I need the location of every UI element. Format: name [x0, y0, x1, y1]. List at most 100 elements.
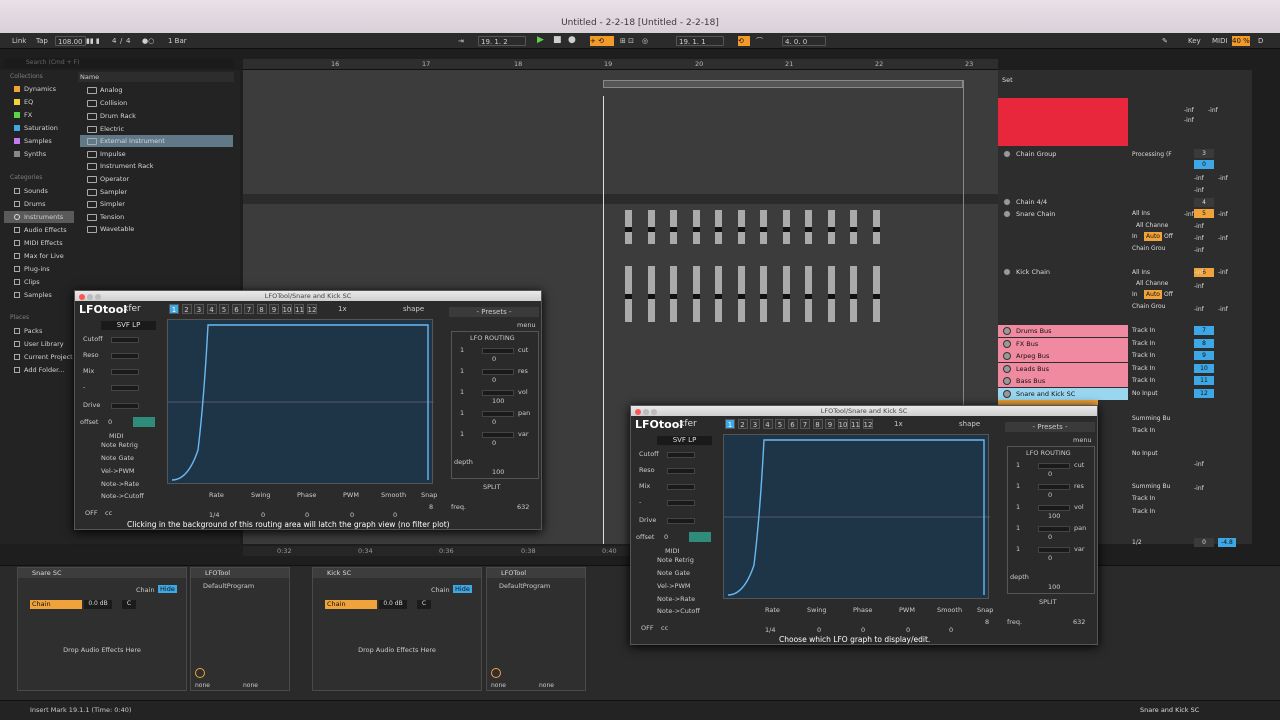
collection-saturation[interactable]: Saturation [4, 122, 74, 134]
depth-value[interactable]: 100 [492, 468, 504, 477]
off-button[interactable]: OFF [641, 624, 654, 633]
file-item[interactable]: Electric [80, 123, 233, 135]
graph-tab-11[interactable]: 11 [294, 304, 304, 314]
track-output[interactable]: Chain Grou [1132, 302, 1166, 311]
route-amount-slider[interactable] [1038, 505, 1070, 511]
chain-row[interactable]: Chain [325, 600, 377, 609]
shape-select[interactable]: shape [403, 305, 424, 313]
browser-search-input[interactable]: Search (Cmd + F) [4, 58, 234, 68]
beat-ruler[interactable]: 16 17 18 19 20 21 22 23 [243, 59, 998, 70]
track-gain[interactable]: -4.8 [1218, 538, 1236, 547]
track-power-icon[interactable] [1003, 327, 1011, 335]
route-curve-number[interactable]: 1 [460, 388, 464, 397]
key-map-button[interactable]: Key [1188, 36, 1201, 46]
punch-icon[interactable]: ⌒ [756, 36, 763, 46]
track-bass-bus[interactable]: Bass Bus [998, 375, 1128, 387]
file-item[interactable]: Operator [80, 173, 233, 185]
param-select[interactable]: none [539, 682, 554, 689]
graph-tab-1[interactable]: 1 [169, 304, 179, 314]
route-amount-slider[interactable] [482, 411, 514, 417]
offset-toggle[interactable] [689, 532, 711, 542]
graph-tab-12[interactable]: 12 [862, 419, 873, 429]
route-curve-number[interactable]: 1 [460, 346, 464, 355]
graph-tab-6[interactable]: 6 [787, 419, 798, 429]
phase-value[interactable]: 0 [305, 511, 309, 520]
stop-icon[interactable]: ■ [553, 35, 562, 45]
unused-slider[interactable] [111, 385, 139, 391]
route-curve-number[interactable]: 1 [460, 409, 464, 418]
snap-value[interactable]: 8 [429, 503, 433, 512]
mix-slider[interactable] [667, 484, 695, 490]
menu-button[interactable]: menu [517, 321, 536, 330]
zoom-select[interactable]: 1x [338, 305, 347, 313]
collection-synths[interactable]: Synths [4, 148, 74, 160]
track-io[interactable]: Track In [1132, 494, 1155, 503]
reso-slider[interactable] [111, 353, 139, 359]
rate-value[interactable]: 1/4 [765, 626, 775, 635]
link-button[interactable]: Link [12, 36, 26, 46]
mix-slider[interactable] [111, 369, 139, 375]
graph-tab-10[interactable]: 10 [281, 304, 292, 314]
route-amount-value[interactable]: 0 [492, 439, 496, 448]
note-rate-option[interactable]: Note->Rate [101, 480, 139, 489]
graph-tab-4[interactable]: 4 [762, 419, 773, 429]
smooth-value[interactable]: 0 [393, 511, 397, 520]
category-max-for-live[interactable]: Max for Live [4, 250, 74, 262]
lfo-routing-panel[interactable]: LFO ROUTING 1 cut 0 1 res 0 1 vol 100 1 pan 0 1 var 0 … [1007, 446, 1095, 594]
track-io[interactable]: Track In [1132, 326, 1155, 335]
draw-mode-icon[interactable]: ✎ [1162, 36, 1168, 46]
power-icon[interactable] [195, 668, 205, 678]
route-amount-value[interactable]: 0 [1048, 491, 1052, 500]
monitor-auto[interactable]: Auto [1144, 232, 1162, 241]
track-output[interactable]: Summing Bu [1132, 414, 1170, 423]
route-curve-number[interactable]: 1 [1016, 545, 1020, 554]
file-item[interactable]: Analog [80, 84, 233, 96]
track-io[interactable]: Track In [1132, 376, 1155, 385]
cutoff-slider[interactable] [111, 337, 139, 343]
graph-tab-9[interactable]: 9 [825, 419, 835, 429]
depth-value[interactable]: 100 [1048, 583, 1060, 592]
track-number[interactable]: 11 [1194, 376, 1214, 385]
track-io[interactable]: All Ins [1132, 209, 1150, 218]
graph-tab-2[interactable]: 2 [181, 304, 192, 314]
graph-tab-8[interactable]: 8 [256, 304, 267, 314]
offset-value[interactable]: 0 [108, 418, 112, 427]
program-select[interactable]: DefaultProgram [203, 582, 254, 590]
file-item[interactable]: Collision [80, 97, 233, 109]
graph-tab-12[interactable]: 12 [306, 304, 317, 314]
graph-tab-2[interactable]: 2 [737, 419, 748, 429]
route-curve-number[interactable]: 1 [460, 430, 464, 439]
track-chain-4-4[interactable]: Chain 4/4 [998, 196, 1128, 208]
track-number[interactable]: 3 [1194, 149, 1214, 158]
route-amount-value[interactable]: 0 [1048, 533, 1052, 542]
track-fx-bus[interactable]: FX Bus [998, 338, 1128, 350]
note-gate-option[interactable]: Note Gate [657, 569, 690, 578]
cutoff-slider[interactable] [667, 452, 695, 458]
cc-button[interactable]: cc [105, 509, 112, 518]
param-select[interactable]: none [243, 682, 258, 689]
metronome-icon[interactable]: ●○ [142, 36, 154, 46]
filter-type-select[interactable]: SVF LP [101, 321, 156, 330]
monitor-off[interactable]: Off [1164, 290, 1173, 299]
monitor-in[interactable]: In [1132, 290, 1138, 299]
category-midi-effects[interactable]: MIDI Effects [4, 237, 74, 249]
track-snare-and-kick-sc[interactable]: Snare and Kick SC [998, 388, 1128, 400]
plugin-title-bar[interactable]: LFOTool/Snare and Kick SC [75, 291, 541, 301]
signature-denominator[interactable]: 4 [126, 36, 130, 46]
record-icon[interactable]: ● [568, 35, 576, 45]
tempo-field[interactable]: 108.00 [55, 36, 86, 46]
play-icon[interactable]: ▶ [537, 35, 544, 45]
window-controls[interactable] [79, 293, 103, 303]
hide-button[interactable]: Hide [158, 585, 177, 593]
route-amount-value[interactable]: 0 [1048, 554, 1052, 563]
track-number[interactable]: 9 [1194, 351, 1214, 360]
lfotool-device-b[interactable]: LFOTool DefaultProgram none none [486, 567, 586, 691]
track-ratio[interactable]: 1/2 [1132, 538, 1142, 547]
lfotool-window-2[interactable]: LFOTool/Snare and Kick SC LFOtool xfer 1… [630, 405, 1098, 645]
tap-button[interactable]: Tap [36, 36, 48, 46]
phase-value[interactable]: 0 [861, 626, 865, 635]
file-item[interactable]: Drum Rack [80, 110, 233, 122]
collection-dynamics[interactable]: Dynamics [4, 83, 74, 95]
note-retrig-option[interactable]: Note Retrig [657, 556, 694, 565]
track-number[interactable]: 5 [1194, 209, 1214, 218]
